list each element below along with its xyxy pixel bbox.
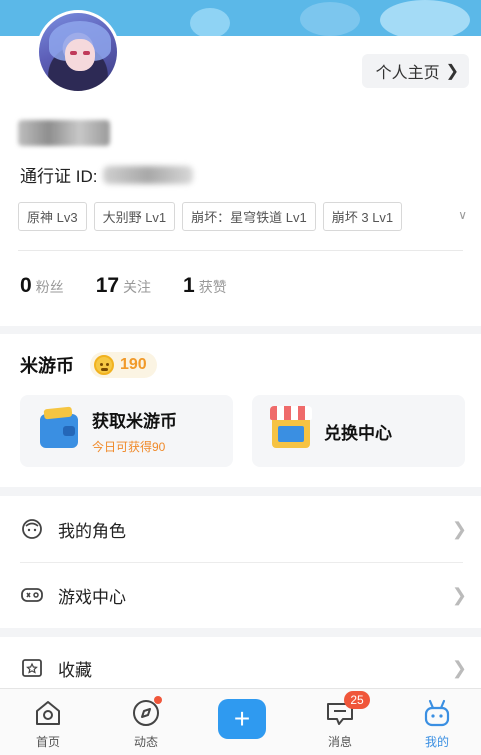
- message-badge: 25: [344, 691, 370, 709]
- banner-decoration: [190, 8, 230, 36]
- game-tag[interactable]: 崩坏 3 Lv1: [322, 202, 403, 231]
- avatar[interactable]: [36, 10, 120, 94]
- role-icon: [22, 519, 42, 539]
- notification-dot: [154, 696, 162, 704]
- game-tag[interactable]: 原神 Lv3: [18, 202, 87, 231]
- personal-homepage-button[interactable]: 个人主页 ❯: [361, 54, 469, 88]
- banner-decoration: [380, 0, 470, 36]
- nav-messages[interactable]: 25 消息: [300, 689, 380, 755]
- nav-dynamics[interactable]: 动态: [106, 689, 186, 755]
- menu-card: 我的角色 ❯ 游戏中心 ❯: [0, 496, 481, 628]
- chevron-right-icon: ❯: [451, 584, 467, 605]
- exchange-center-label: 兑换中心: [324, 423, 392, 443]
- menu-item-game-center[interactable]: 游戏中心 ❯: [0, 562, 481, 628]
- chevron-down-icon[interactable]: ∨: [458, 208, 467, 222]
- coin-balance: 190: [90, 352, 157, 378]
- exchange-center-button[interactable]: 兑换中心: [252, 395, 465, 467]
- nav-label: 我的: [424, 735, 449, 749]
- stat-number: 0: [20, 274, 32, 297]
- earn-coins-label: 获取米游币: [92, 412, 177, 431]
- shop-icon: [270, 406, 312, 448]
- coin-balance-value: 190: [120, 356, 147, 373]
- profile-card: 个人主页 ❯ 通行证 ID: 原神 Lv3 大别野 Lv1 崩坏：星穹铁道 Lv…: [0, 10, 481, 326]
- banner-decoration: [300, 2, 360, 36]
- stat-label: 粉丝: [35, 279, 64, 295]
- nav-home[interactable]: 首页: [8, 689, 88, 755]
- profile-stats: 0 粉丝 17 关注 1 获赞: [20, 274, 259, 298]
- nav-mine[interactable]: 我的: [397, 689, 477, 755]
- plus-icon: +: [233, 703, 251, 734]
- wallet-icon: [40, 414, 78, 448]
- bottom-nav: 首页 动态 + 25 消息 我的: [0, 688, 481, 755]
- gamepad-icon: [21, 588, 43, 602]
- pass-id-row: 通行证 ID:: [20, 162, 194, 187]
- personal-homepage-label: 个人主页: [375, 65, 440, 82]
- game-tag[interactable]: 大别野 Lv1: [93, 202, 176, 231]
- chevron-right-icon: ❯: [451, 518, 467, 539]
- divider: [18, 250, 463, 251]
- menu-label: 收藏: [58, 660, 92, 680]
- nav-label: 动态: [133, 735, 158, 749]
- stat-likes[interactable]: 1 获赞: [183, 274, 227, 298]
- game-tag[interactable]: 崩坏：星穹铁道 Lv1: [182, 202, 316, 231]
- stat-following[interactable]: 17 关注: [96, 274, 151, 298]
- game-level-tags: 原神 Lv3 大别野 Lv1 崩坏：星穹铁道 Lv1 崩坏 3 Lv1: [18, 202, 403, 231]
- menu-label: 我的角色: [58, 521, 126, 541]
- earn-coins-button[interactable]: 获取米游币 今日可获得90: [20, 395, 233, 467]
- stat-number: 1: [183, 274, 195, 297]
- stat-label: 关注: [123, 279, 152, 295]
- stat-label: 获赞: [198, 279, 227, 295]
- menu-label: 游戏中心: [58, 587, 126, 607]
- stat-followers[interactable]: 0 粉丝: [20, 274, 64, 298]
- menu-item-my-roles[interactable]: 我的角色 ❯: [0, 496, 481, 562]
- coin-title: 米游币: [20, 356, 74, 376]
- stat-number: 17: [95, 274, 120, 297]
- username-blurred: [18, 120, 110, 146]
- pass-id-blurred: [103, 165, 194, 184]
- message-icon-wrap: 25: [324, 691, 370, 729]
- coin-card: 米游币 190 获取米游币 今日可获得90 兑换中心: [0, 334, 481, 487]
- nav-label: 首页: [35, 735, 60, 749]
- compass-icon-wrap: [130, 696, 162, 729]
- pass-id-label: 通行证 ID:: [20, 167, 98, 186]
- chevron-right-icon: ❯: [451, 657, 467, 678]
- coin-icon: [94, 355, 114, 375]
- mine-icon: [424, 699, 450, 727]
- create-post-button[interactable]: +: [218, 699, 266, 739]
- earn-coins-sub: 今日可获得90: [92, 440, 166, 454]
- star-folder-icon: [22, 659, 42, 677]
- home-icon: [36, 701, 60, 725]
- chevron-right-icon: ❯: [445, 63, 459, 80]
- nav-label: 消息: [327, 735, 352, 749]
